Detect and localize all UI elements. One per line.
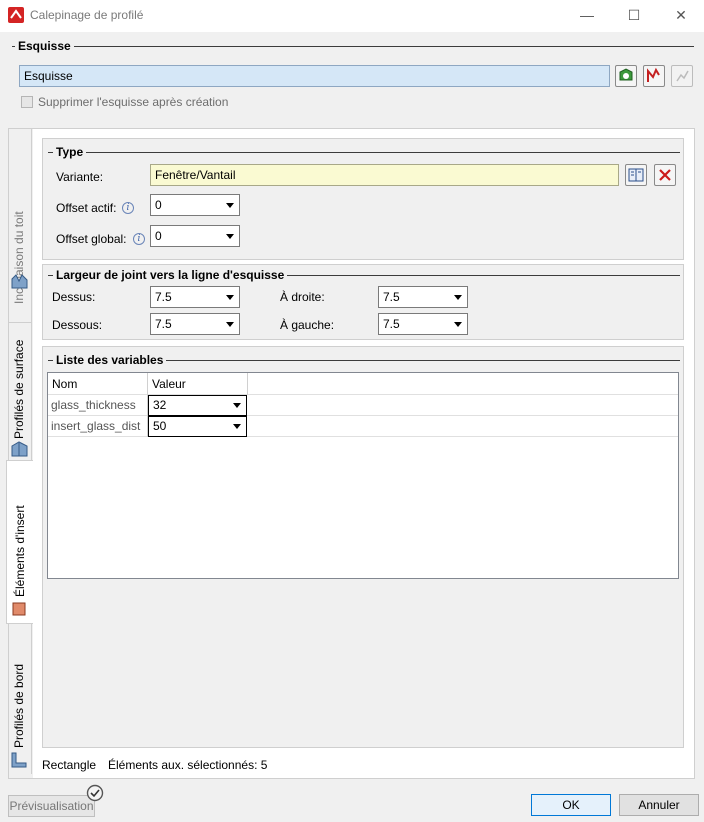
minimize-icon[interactable]: — — [564, 0, 610, 30]
dessous-value: 7.5 — [155, 317, 172, 331]
sketch-edit-button[interactable] — [671, 65, 693, 87]
edge-profile-icon — [11, 752, 27, 768]
variant-field[interactable]: Fenêtre/Vantail — [150, 164, 619, 186]
offset-actif-label: Offset actif: — [56, 201, 117, 215]
chevron-down-icon — [226, 234, 234, 239]
tab-surface-profiles[interactable]: Profilés de surface — [8, 322, 32, 460]
variant-label: Variante: — [56, 170, 104, 184]
selection-status: Éléments aux. sélectionnés: 5 — [108, 758, 268, 772]
droite-combo[interactable]: 7.5 — [378, 286, 468, 308]
sketch-field[interactable]: Esquisse — [19, 65, 610, 87]
variant-catalog-button[interactable] — [625, 164, 647, 186]
dessus-combo[interactable]: 7.5 — [150, 286, 240, 308]
offset-global-info-icon[interactable]: i — [133, 233, 145, 245]
sketch-group-title: Esquisse — [15, 39, 74, 53]
variable-value: 50 — [153, 419, 167, 433]
chevron-down-icon — [226, 295, 234, 300]
type-group-title: Type — [53, 145, 87, 159]
surface-profile-icon — [11, 441, 28, 457]
table-row[interactable]: glass_thickness 32 — [48, 395, 678, 416]
window-title: Calepinage de profilé — [30, 8, 144, 22]
column-header-name[interactable]: Nom — [48, 373, 148, 395]
chevron-down-icon — [226, 203, 234, 208]
delete-sketch-label: Supprimer l'esquisse après création — [38, 95, 229, 109]
delete-icon — [659, 169, 671, 181]
tab-edge-profiles-label: Profilés de bord — [12, 663, 26, 748]
sketch-pick-button[interactable] — [643, 65, 665, 87]
dessus-label: Dessus: — [52, 290, 96, 304]
sketch-select-icon — [619, 68, 633, 81]
chevron-down-icon — [233, 403, 241, 408]
insert-element-icon — [12, 602, 26, 616]
check-icon — [86, 784, 104, 802]
preview-button[interactable]: Prévisualisation — [8, 795, 95, 817]
close-icon[interactable]: ✕ — [658, 0, 704, 30]
offset-global-value: 0 — [155, 229, 162, 243]
dessous-combo[interactable]: 7.5 — [150, 313, 240, 335]
variables-table[interactable]: Nom Valeur glass_thickness 32 insert_gla… — [47, 372, 679, 579]
gauche-value: 7.5 — [383, 317, 400, 331]
droite-label: À droite: — [280, 290, 325, 304]
tab-insert-elements-label: Éléments d'insert — [13, 505, 27, 597]
catalog-icon — [628, 168, 644, 182]
offset-actif-combo[interactable]: 0 — [150, 194, 240, 216]
maximize-icon[interactable]: ☐ — [611, 0, 657, 30]
chevron-down-icon — [454, 322, 462, 327]
chevron-down-icon — [454, 295, 462, 300]
chevron-down-icon — [226, 322, 234, 327]
title-bar: Calepinage de profilé — ☐ ✕ — [0, 0, 704, 32]
dessus-value: 7.5 — [155, 290, 172, 304]
gauche-combo[interactable]: 7.5 — [378, 313, 468, 335]
dessous-label: Dessous: — [52, 318, 103, 332]
tab-edge-profiles[interactable]: Profilés de bord — [8, 624, 32, 774]
droite-value: 7.5 — [383, 290, 400, 304]
variables-group-title: Liste des variables — [53, 353, 167, 367]
table-header: Nom Valeur — [48, 373, 678, 395]
gauche-label: À gauche: — [280, 318, 335, 332]
tab-insert-elements[interactable]: Éléments d'insert — [6, 460, 33, 624]
variable-value-combo[interactable]: 50 — [148, 416, 247, 437]
chevron-down-icon — [233, 424, 241, 429]
delete-sketch-checkbox[interactable] — [21, 96, 33, 108]
offset-actif-value: 0 — [155, 198, 162, 212]
tab-surface-profiles-label: Profilés de surface — [12, 339, 26, 439]
variable-value: 32 — [153, 398, 167, 412]
shape-status: Rectangle — [42, 758, 97, 772]
sketch-pick-icon — [647, 67, 660, 82]
variable-name-cell: insert_glass_dist — [48, 416, 148, 437]
ok-button[interactable]: OK — [531, 794, 611, 816]
sketch-select-button[interactable] — [615, 65, 637, 87]
variant-clear-button[interactable] — [654, 164, 676, 186]
offset-actif-info-icon[interactable]: i — [122, 202, 134, 214]
column-header-value[interactable]: Valeur — [148, 373, 248, 395]
variable-name-cell: glass_thickness — [48, 395, 148, 416]
roof-slope-icon — [11, 274, 28, 289]
offset-global-combo[interactable]: 0 — [150, 225, 240, 247]
variable-value-combo[interactable]: 32 — [148, 395, 247, 416]
sketch-group-frame — [12, 46, 694, 47]
app-icon — [8, 7, 24, 23]
table-row[interactable]: insert_glass_dist 50 — [48, 416, 678, 437]
sketch-edit-icon — [676, 70, 689, 82]
joint-group-title: Largeur de joint vers la ligne d'esquiss… — [53, 268, 288, 282]
tab-roof-slope[interactable]: Inclinaison du toit — [8, 128, 32, 322]
type-group-line — [48, 152, 680, 153]
cancel-button[interactable]: Annuler — [619, 794, 699, 816]
offset-global-label: Offset global: — [56, 232, 127, 246]
